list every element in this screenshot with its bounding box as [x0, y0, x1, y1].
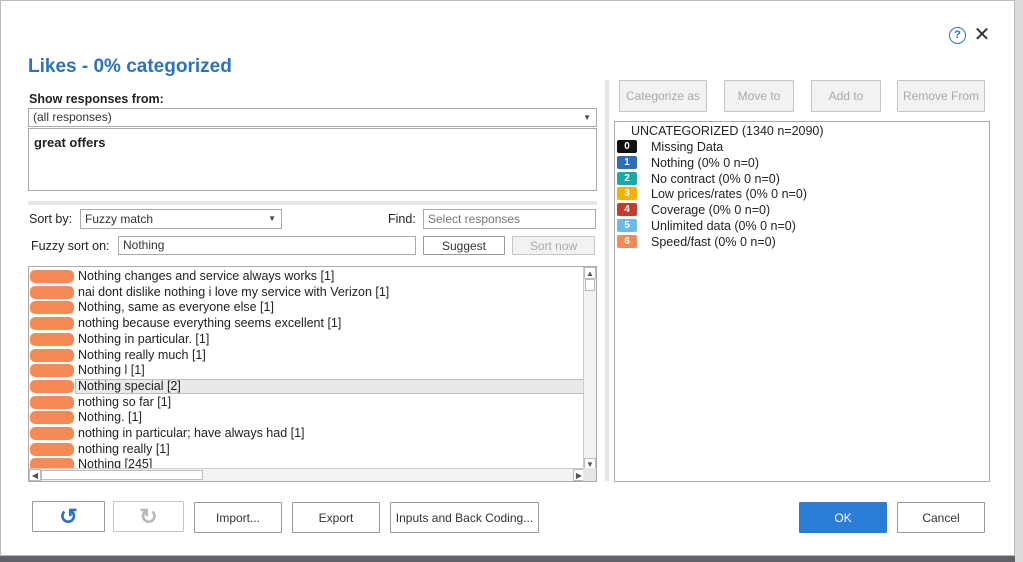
category-number-badge: 0: [617, 140, 637, 153]
category-number-badge: 4: [617, 203, 637, 217]
response-row[interactable]: Nothing, same as everyone else [1]: [29, 300, 585, 316]
scroll-corner: [583, 468, 596, 481]
response-row[interactable]: nothing so far [1]: [29, 395, 585, 411]
category-label: No contract (0% 0 n=0): [651, 171, 780, 186]
category-number-badge: 3: [617, 187, 637, 201]
vertical-scrollbar[interactable]: ▲ ▼: [583, 267, 596, 470]
scroll-left-icon[interactable]: ◀: [29, 469, 41, 481]
response-text: Nothing really much [1]: [78, 347, 206, 362]
undo-icon: ↺: [59, 503, 78, 529]
category-label: Missing Data: [651, 140, 724, 154]
category-pill[interactable]: [30, 348, 74, 362]
close-icon[interactable]: ✕: [973, 25, 991, 45]
category-pill[interactable]: [30, 442, 74, 456]
response-row[interactable]: Nothing l [1]: [29, 363, 585, 379]
cancel-button[interactable]: Cancel: [897, 502, 985, 533]
response-text: Nothing in particular. [1]: [78, 331, 210, 346]
background-app-strip: [1015, 0, 1023, 562]
ok-button[interactable]: OK: [799, 502, 887, 533]
chevron-down-icon: ▼: [268, 214, 276, 223]
fuzzy-sort-label: Fuzzy sort on:: [31, 239, 110, 253]
sort-by-value: Fuzzy match: [85, 212, 154, 226]
sort-by-select[interactable]: Fuzzy match ▼: [80, 209, 282, 229]
category-pill[interactable]: [30, 332, 74, 346]
category-pill[interactable]: [30, 270, 74, 283]
response-row[interactable]: Nothing changes and service always works…: [29, 269, 585, 285]
response-text: Nothing. [1]: [78, 410, 142, 425]
inputs-back-coding-button[interactable]: Inputs and Back Coding...: [390, 502, 539, 533]
scroll-up-icon[interactable]: ▲: [584, 267, 596, 279]
response-row[interactable]: nothing really [1]: [29, 442, 585, 458]
category-pill[interactable]: [30, 395, 74, 409]
redo-icon: ↻: [139, 503, 158, 529]
response-text: nothing because everything seems excelle…: [78, 316, 342, 331]
category-pill[interactable]: [30, 379, 74, 393]
response-text: nai dont dislike nothing i love my servi…: [78, 284, 390, 299]
fuzzy-sort-value: Nothing: [123, 238, 165, 252]
categorize-dialog: ? ✕ Likes - 0% categorized Show response…: [0, 0, 1015, 556]
category-pill[interactable]: [30, 317, 74, 331]
category-label: Speed/fast (0% 0 n=0): [651, 234, 776, 249]
fuzzy-sort-input[interactable]: Nothing: [118, 236, 416, 255]
response-row[interactable]: nothing because everything seems excelle…: [29, 316, 585, 332]
category-number-badge: 1: [617, 155, 637, 169]
remove-from-button[interactable]: Remove From: [897, 80, 985, 112]
suggest-button[interactable]: Suggest: [423, 236, 505, 255]
category-pill[interactable]: [30, 301, 74, 315]
category-number-badge: 2: [617, 171, 637, 185]
move-to-button[interactable]: Move to: [724, 80, 794, 112]
query-text-area[interactable]: great offers: [28, 128, 597, 191]
response-row[interactable]: Nothing. [1]: [29, 410, 585, 426]
redo-button[interactable]: ↻: [113, 501, 184, 532]
category-pill[interactable]: [30, 364, 74, 378]
find-label: Find:: [388, 212, 416, 226]
import-button[interactable]: Import...: [194, 502, 282, 533]
dialog-title: Likes - 0% categorized: [28, 56, 232, 77]
category-pill[interactable]: [30, 427, 74, 440]
sort-now-button[interactable]: Sort now: [512, 236, 595, 255]
show-responses-value: (all responses): [33, 110, 112, 124]
undo-button[interactable]: ↺: [32, 501, 105, 532]
response-text: Nothing l [1]: [78, 363, 145, 378]
add-to-button[interactable]: Add to: [811, 80, 881, 112]
response-row[interactable]: Nothing really much [1]: [29, 348, 585, 364]
scrollbar-thumb[interactable]: [585, 279, 595, 291]
category-pill[interactable]: [30, 285, 74, 299]
response-text: nothing really [1]: [78, 441, 170, 456]
horizontal-divider[interactable]: [28, 201, 597, 205]
vertical-divider[interactable]: [605, 80, 609, 481]
categories-panel[interactable]: UNCATEGORIZED (1340 n=2090) 0 Missing Dat…: [614, 121, 990, 482]
response-row[interactable]: nothing in particular; have always had […: [29, 426, 585, 442]
category-label: Coverage (0% 0 n=0): [651, 203, 771, 218]
category-pill[interactable]: [30, 411, 74, 425]
show-responses-select[interactable]: (all responses) ▼: [28, 108, 597, 127]
scrollbar-thumb[interactable]: [41, 470, 203, 480]
response-row[interactable]: Nothing in particular. [1]: [29, 332, 585, 348]
export-button[interactable]: Export: [292, 502, 380, 533]
categorize-as-button[interactable]: Categorize as: [619, 80, 707, 112]
uncategorized-label: UNCATEGORIZED (1340 n=2090): [631, 124, 824, 138]
query-text: great offers: [34, 135, 106, 150]
chevron-down-icon: ▼: [583, 113, 591, 122]
response-text: nothing in particular; have always had […: [78, 426, 305, 440]
response-text: nothing so far [1]: [78, 394, 172, 409]
category-label: Unlimited data (0% 0 n=0): [651, 219, 796, 233]
response-text: Nothing, same as everyone else [1]: [78, 300, 274, 315]
category-label: Nothing (0% 0 n=0): [651, 155, 760, 170]
response-row[interactable]: Nothing special [2]: [29, 378, 585, 395]
show-responses-label: Show responses from:: [29, 92, 164, 106]
responses-list[interactable]: Nothing changes and service always works…: [28, 266, 597, 482]
category-label: Low prices/rates (0% 0 n=0): [651, 187, 807, 202]
sort-by-label: Sort by:: [29, 212, 73, 226]
response-text: Nothing special [2]: [78, 378, 181, 393]
category-number-badge: 6: [617, 234, 637, 248]
help-icon[interactable]: ?: [949, 27, 966, 44]
category-number-badge: 5: [617, 219, 637, 232]
find-input[interactable]: [423, 209, 596, 229]
response-row[interactable]: nai dont dislike nothing i love my servi…: [29, 285, 585, 301]
response-text: Nothing changes and service always works…: [78, 269, 335, 283]
horizontal-scrollbar[interactable]: ◀ ▶: [29, 468, 585, 481]
